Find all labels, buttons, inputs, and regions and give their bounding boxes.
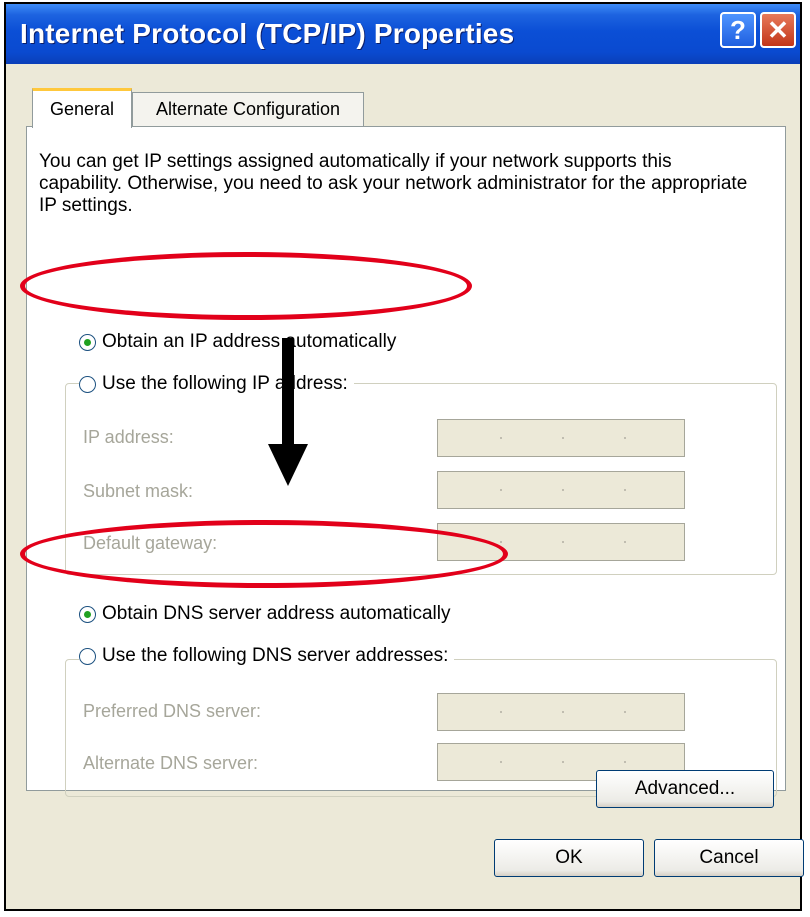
radio-unselected-icon (79, 375, 96, 393)
use-ip-manual-radio[interactable]: Use the following IP address: (79, 373, 354, 395)
dialog-client-area: General Alternate Configuration You can … (6, 64, 804, 909)
cancel-button[interactable]: Cancel (654, 839, 804, 877)
general-tab-panel: You can get IP settings assigned automat… (26, 126, 786, 797)
ok-button[interactable]: OK (494, 839, 644, 877)
annotation-ellipse-ip (20, 252, 472, 320)
tab-general[interactable]: General (32, 88, 132, 128)
ip-address-input[interactable] (437, 419, 685, 457)
use-dns-manual-radio[interactable]: Use the following DNS server addresses: (79, 645, 455, 667)
use-dns-manual-label: Use the following DNS server addresses: (102, 645, 449, 666)
intro-text: You can get IP settings assigned automat… (39, 151, 748, 216)
title-bar[interactable]: Internet Protocol (TCP/IP) Properties ? … (6, 4, 800, 64)
preferred-dns-input[interactable] (437, 693, 685, 731)
obtain-dns-auto-label: Obtain DNS server address automatically (102, 603, 451, 624)
dialog-window: Internet Protocol (TCP/IP) Properties ? … (4, 2, 804, 911)
subnet-mask-label: Subnet mask: (83, 481, 194, 501)
radio-unselected-icon (79, 647, 96, 665)
down-arrow-icon (268, 338, 308, 486)
obtain-ip-auto-label: Obtain an IP address automatically (102, 331, 397, 352)
close-button[interactable]: ✕ (760, 12, 796, 48)
close-icon: ✕ (767, 14, 789, 45)
help-icon: ? (730, 14, 746, 45)
advanced-button[interactable]: Advanced... (596, 770, 774, 808)
radio-selected-icon (79, 333, 96, 351)
annotation-ellipse-dns (20, 520, 508, 588)
window-title: Internet Protocol (TCP/IP) Properties (20, 18, 515, 49)
ip-address-label: IP address: (83, 427, 174, 447)
preferred-dns-label: Preferred DNS server: (83, 701, 262, 721)
subnet-mask-input[interactable] (437, 471, 685, 509)
alternate-dns-label: Alternate DNS server: (83, 753, 259, 773)
radio-selected-icon (79, 605, 96, 623)
use-ip-manual-label: Use the following IP address: (102, 373, 348, 394)
tab-alternate-configuration[interactable]: Alternate Configuration (132, 92, 364, 126)
obtain-dns-auto-radio[interactable]: Obtain DNS server address automatically (79, 603, 457, 625)
help-button[interactable]: ? (720, 12, 756, 48)
obtain-ip-auto-radio[interactable]: Obtain an IP address automatically (79, 331, 403, 353)
